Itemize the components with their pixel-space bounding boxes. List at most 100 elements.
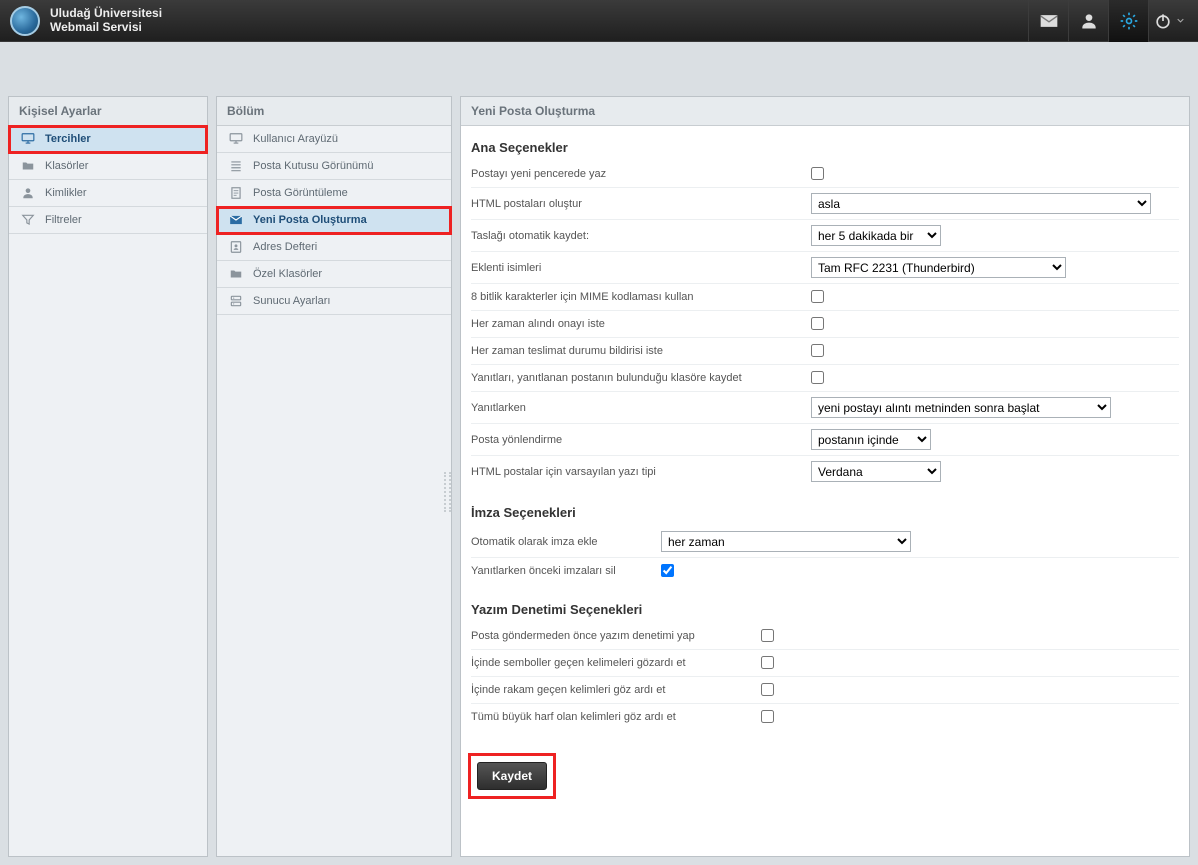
checkbox-input[interactable]	[761, 656, 774, 669]
user-icon	[1079, 11, 1099, 31]
addressbook-icon	[227, 240, 245, 254]
list-item-label: Kimlikler	[45, 187, 87, 199]
form-row: Eklenti isimleriTam RFC 2231 (Thunderbir…	[471, 251, 1179, 283]
select-input[interactable]: Tam RFC 2231 (Thunderbird)	[811, 257, 1066, 278]
select-input[interactable]: Verdana	[811, 461, 941, 482]
select-input[interactable]: asla	[811, 193, 1151, 214]
toolbar-settings-button[interactable]	[1108, 0, 1148, 42]
form-control	[661, 563, 674, 579]
section-item-posta-g-r-nt-leme[interactable]: Posta Görüntüleme	[217, 180, 451, 207]
select-input[interactable]: yeni postayı alıntı metninden sonra başl…	[811, 397, 1111, 418]
form-row: 8 bitlik karakterler için MIME kodlaması…	[471, 283, 1179, 310]
settings-item-klas-rler[interactable]: Klasörler	[9, 153, 207, 180]
toolbar	[1028, 0, 1188, 42]
monitor-icon	[227, 132, 245, 146]
form-label: Tümü büyük harf olan kelimleri göz ardı …	[471, 711, 761, 723]
list-item-label: Posta Kutusu Görünümü	[253, 160, 373, 172]
form-control	[811, 343, 824, 359]
save-row: Kaydet	[471, 756, 1179, 796]
save-button[interactable]: Kaydet	[477, 762, 547, 790]
form-label: Postayı yeni pencerede yaz	[471, 168, 811, 180]
fieldset-title: İmza Seçenekleri	[471, 505, 1179, 520]
workspace: Kişisel Ayarlar Tercihler Klasörler Kimlik…	[0, 42, 1198, 865]
section-item-kullan-c-aray-z-[interactable]: Kullanıcı Arayüzü	[217, 126, 451, 153]
form-label: Posta göndermeden önce yazım denetimi ya…	[471, 630, 761, 642]
splitter-handle[interactable]	[444, 472, 451, 512]
form-label: Posta yönlendirme	[471, 434, 811, 446]
form-control	[811, 370, 824, 386]
settings-item-filtreler[interactable]: Filtreler	[9, 207, 207, 234]
form-row: İçinde rakam geçen kelimleri göz ardı et	[471, 676, 1179, 703]
brand-text: Uludağ ÜniversitesiWebmail Servisi	[50, 7, 162, 35]
section-item-yeni-posta-olu-turma[interactable]: Yeni Posta Oluşturma	[217, 207, 451, 234]
checkbox-input[interactable]	[811, 344, 824, 357]
form-row: Tümü büyük harf olan kelimleri göz ardı …	[471, 703, 1179, 730]
gear-icon	[1119, 11, 1139, 31]
select-input[interactable]: postanın içinde	[811, 429, 931, 450]
form-control	[761, 655, 774, 671]
checkbox-input[interactable]	[761, 629, 774, 642]
signature-options: Otomatik olarak imza ekleher zamanYanıtl…	[471, 526, 1179, 596]
section-item-posta-kutusu-g-r-n-m-[interactable]: Posta Kutusu Görünümü	[217, 153, 451, 180]
form-row: Posta yönlendirmepostanın içinde	[471, 423, 1179, 455]
form-row: Her zaman alındı onayı iste	[471, 310, 1179, 337]
list-item-label: Tercihler	[45, 133, 91, 145]
checkbox-input[interactable]	[811, 371, 824, 384]
power-icon	[1153, 11, 1173, 31]
spell-options: Posta göndermeden önce yazım denetimi ya…	[471, 623, 1179, 742]
personal-settings-panel: Kişisel Ayarlar Tercihler Klasörler Kimlik…	[8, 96, 208, 857]
toolbar-user-button[interactable]	[1068, 0, 1108, 42]
checkbox-input[interactable]	[761, 683, 774, 696]
toolbar-logout-button[interactable]	[1148, 0, 1188, 42]
form-control	[811, 289, 824, 305]
checkbox-input[interactable]	[761, 710, 774, 723]
list-item-label: Adres Defteri	[253, 241, 317, 253]
list-item-label: Kullanıcı Arayüzü	[253, 133, 338, 145]
page-icon	[227, 186, 245, 200]
section-item-sunucu-ayarlar-[interactable]: Sunucu Ayarları	[217, 288, 451, 315]
list-icon	[227, 159, 245, 173]
select-input[interactable]: her zaman	[661, 531, 911, 552]
preferences-form: Yeni Posta Oluşturma Ana Seçenekler Posta…	[460, 96, 1190, 857]
list-item-label: Yeni Posta Oluşturma	[253, 214, 367, 226]
form-label: İçinde rakam geçen kelimleri göz ardı et	[471, 684, 761, 696]
form-control	[761, 628, 774, 644]
form-row: Postayı yeni pencerede yaz	[471, 161, 1179, 187]
settings-item-tercihler[interactable]: Tercihler	[9, 126, 207, 153]
form-control	[811, 166, 824, 182]
form-label: Eklenti isimleri	[471, 262, 811, 274]
list-item-label: Posta Görüntüleme	[253, 187, 348, 199]
list-item-label: Filtreler	[45, 214, 82, 226]
settings-item-kimlikler[interactable]: Kimlikler	[9, 180, 207, 207]
checkbox-input[interactable]	[811, 167, 824, 180]
form-label: HTML postalar için varsayılan yazı tipi	[471, 466, 811, 478]
form-row: Taslağı otomatik kaydet:her 5 dakikada b…	[471, 219, 1179, 251]
list-item-label: Sunucu Ayarları	[253, 295, 330, 307]
toolbar-mail-button[interactable]	[1028, 0, 1068, 42]
form-label: Yanıtlarken	[471, 402, 811, 414]
section-item--zel-klas-rler[interactable]: Özel Klasörler	[217, 261, 451, 288]
form-control: yeni postayı alıntı metninden sonra başl…	[811, 397, 1111, 418]
checkbox-input[interactable]	[661, 564, 674, 577]
panel-title: Yeni Posta Oluşturma	[461, 97, 1189, 126]
form-row: İçinde semboller geçen kelimeleri gözard…	[471, 649, 1179, 676]
select-input[interactable]: her 5 dakikada bir	[811, 225, 941, 246]
panel-title: Kişisel Ayarlar	[9, 97, 207, 126]
checkbox-input[interactable]	[811, 317, 824, 330]
mail-icon	[1039, 11, 1059, 31]
form-label: İçinde semboller geçen kelimeleri gözard…	[471, 657, 761, 669]
form-label: 8 bitlik karakterler için MIME kodlaması…	[471, 291, 811, 303]
form-label: Her zaman alındı onayı iste	[471, 318, 811, 330]
form-label: Otomatik olarak imza ekle	[471, 536, 661, 548]
fieldset-title: Ana Seçenekler	[471, 140, 1179, 155]
form-control: Verdana	[811, 461, 941, 482]
settings-list: Tercihler Klasörler Kimlikler Filtreler	[9, 126, 207, 234]
form-control: her 5 dakikada bir	[811, 225, 941, 246]
section-item-adres-defteri[interactable]: Adres Defteri	[217, 234, 451, 261]
form-row: Posta göndermeden önce yazım denetimi ya…	[471, 623, 1179, 649]
checkbox-input[interactable]	[811, 290, 824, 303]
form-control: Tam RFC 2231 (Thunderbird)	[811, 257, 1066, 278]
form-control	[761, 682, 774, 698]
chevron-down-icon	[1177, 17, 1184, 24]
logo-icon	[10, 6, 40, 36]
